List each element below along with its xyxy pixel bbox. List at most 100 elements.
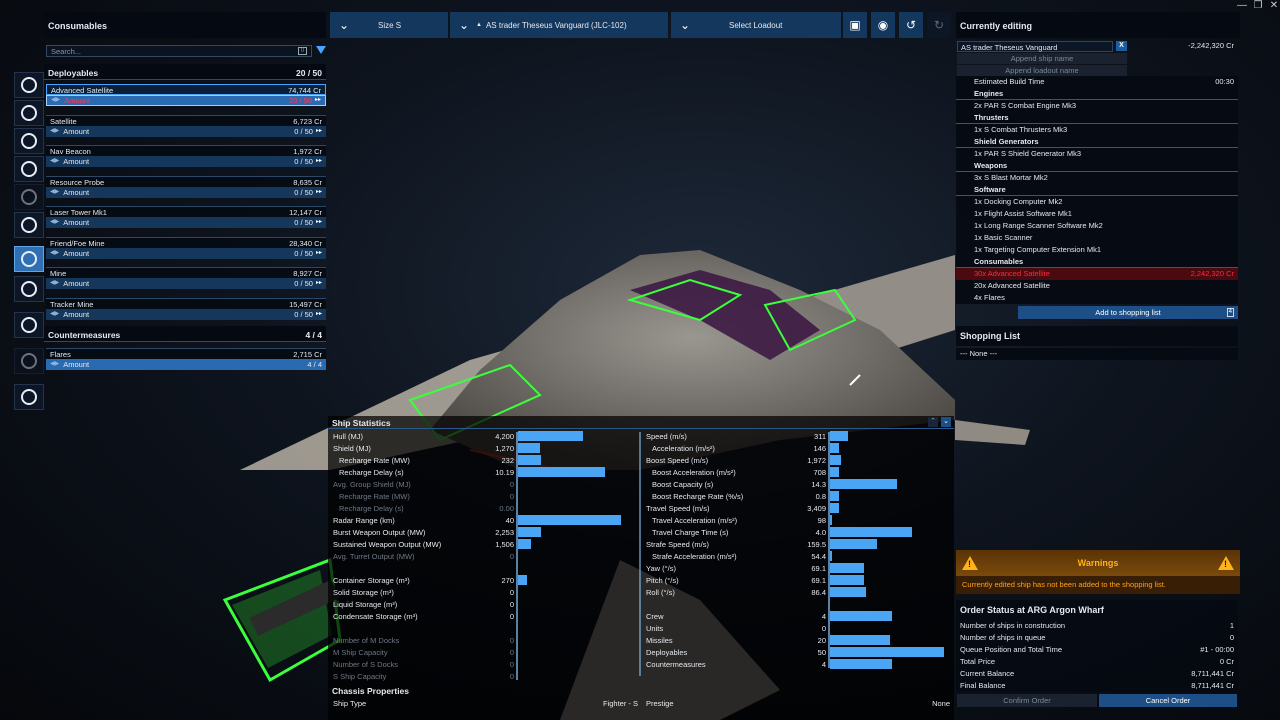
stepper-arrows-icon[interactable]: ▸▸ xyxy=(316,310,322,319)
list-item[interactable]: Resource Probe 8,635 Cr ◀▶ Amount 0 / 50 ▸▸ xyxy=(46,175,326,198)
close-icon[interactable]: ✕ xyxy=(1268,0,1280,12)
stepper-arrows-icon[interactable]: ▸▸ xyxy=(316,218,322,227)
search-input[interactable]: Search... 0 xyxy=(46,45,312,57)
stepper-icon[interactable]: ◀▶ xyxy=(50,360,59,369)
list-item[interactable]: Friend/Foe Mine 28,340 Cr ◀▶ Amount 0 / 50 ▸▸ xyxy=(46,236,326,259)
rail-disabled-button[interactable] xyxy=(14,348,44,374)
list-item[interactable]: Advanced Satellite 74,744 Cr ◀▶ Amount 20 / … xyxy=(46,84,326,106)
consumables-panel: Consumables Search... 0 Deployables 20 /… xyxy=(44,12,326,372)
rail-consumables-button[interactable] xyxy=(14,246,44,272)
item-name: Satellite xyxy=(50,116,77,126)
stat-bar xyxy=(830,431,848,441)
rail-shields-button[interactable] xyxy=(14,128,44,154)
stat-name: Number of M Docks xyxy=(333,635,400,645)
order-row: Number of ships in queue 0 xyxy=(956,632,1238,644)
countermeasures-header[interactable]: Countermeasures 4 / 4 xyxy=(44,326,326,342)
stat-name: Speed (m/s) xyxy=(646,431,687,441)
cons-item: 20x Advanced Satellite xyxy=(974,281,1050,290)
build-time-value: 00:30 xyxy=(1215,77,1234,86)
stat-name: Acceleration (m/s²) xyxy=(652,443,715,453)
loadout-dropdown[interactable]: ⌄ Select Loadout xyxy=(671,12,841,38)
size-dropdown[interactable]: ⌄ Size S xyxy=(330,12,448,38)
minimize-icon[interactable]: — xyxy=(1236,0,1248,12)
add-to-shopping-list-button[interactable]: Add to shopping list 4 xyxy=(1018,306,1238,319)
crosshair-icon xyxy=(21,105,37,121)
stepper-arrows-icon[interactable]: ▸▸ xyxy=(316,188,322,197)
stepper-arrows-icon[interactable]: ▸▸ xyxy=(316,157,322,166)
stepper-icon[interactable]: ◀▶ xyxy=(50,249,59,258)
rail-thrusters-button[interactable] xyxy=(14,184,44,210)
ship-name-input[interactable]: AS trader Theseus Vanguard xyxy=(957,41,1113,52)
stepper-icon[interactable]: ◀▶ xyxy=(50,157,59,166)
stepper-arrows-icon[interactable]: ▸▸ xyxy=(316,127,322,136)
stepper-icon[interactable]: ◀▶ xyxy=(51,96,60,105)
deployables-count: 20 / 50 xyxy=(296,68,322,78)
stat-name: Sustained Weapon Output (MW) xyxy=(333,539,442,549)
stat-value: 708 xyxy=(813,467,826,477)
list-item[interactable]: Satellite 6,723 Cr ◀▶ Amount 0 / 50 ▸▸ xyxy=(46,114,326,137)
stat-name: Boost Capacity (s) xyxy=(652,479,714,489)
stepper-icon[interactable]: ◀▶ xyxy=(50,218,59,227)
stepper-arrows-icon[interactable]: ▸▸ xyxy=(315,96,321,105)
equipment-name: 2x PAR S Combat Engine Mk3 xyxy=(974,101,1076,110)
list-item[interactable]: Tracker Mine 15,497 Cr ◀▶ Amount 0 / 50 ▸▸ xyxy=(46,297,326,320)
rail-paint-button[interactable] xyxy=(14,312,44,338)
undo-icon[interactable]: ↺ xyxy=(899,12,923,38)
list-item[interactable]: Laser Tower Mk1 12,147 Cr ◀▶ Amount 0 / 50 ▸▸ xyxy=(46,206,326,228)
stat-row: Travel Charge Time (s) 4.0 xyxy=(645,526,955,538)
cancel-order-button[interactable]: Cancel Order xyxy=(1099,694,1237,707)
rail-crew-button[interactable] xyxy=(14,276,44,302)
stepper-icon[interactable]: ◀▶ xyxy=(50,279,59,288)
amount-value: 0 / 50 xyxy=(294,157,313,166)
stepper-icon[interactable]: ◀▶ xyxy=(50,188,59,197)
list-item[interactable]: Nav Beacon 1,972 Cr ◀▶ Amount 0 / 50 ▸▸ xyxy=(46,145,326,167)
list-item-flares[interactable]: Flares 2,715 Cr ◀▶ Amount 4 / 4 xyxy=(46,348,326,370)
confirm-order-button[interactable]: Confirm Order xyxy=(957,694,1097,707)
rail-weapons-button[interactable] xyxy=(14,100,44,126)
search-clear-button[interactable]: 0 xyxy=(298,47,307,55)
deployable-icon xyxy=(21,251,37,267)
rail-engines-button[interactable] xyxy=(14,156,44,182)
chevron-down-icon[interactable]: ⌄ xyxy=(941,417,951,427)
collapse-icon[interactable]: ⌃ xyxy=(928,417,938,427)
clear-name-button[interactable]: X xyxy=(1116,41,1127,51)
rail-ship-button[interactable] xyxy=(14,72,44,98)
order-row: Number of ships in construction 1 xyxy=(956,620,1238,632)
amount-value: 0 / 50 xyxy=(294,309,313,319)
stat-row xyxy=(645,598,955,610)
save-icon[interactable]: ▣ xyxy=(843,12,867,38)
stat-name: Recharge Rate (MW) xyxy=(339,491,410,501)
order-value: #1 - 00:00 xyxy=(1200,645,1234,654)
stat-bar xyxy=(518,431,584,441)
deployables-header[interactable]: Deployables 20 / 50 xyxy=(44,64,326,80)
stat-value: 0 xyxy=(509,479,514,489)
stat-value: 0 xyxy=(509,599,514,609)
stat-value: 50 xyxy=(817,647,826,657)
filter-icon[interactable] xyxy=(316,46,326,54)
stat-value: 4 xyxy=(821,659,826,669)
stat-value: 4 xyxy=(821,611,826,621)
warnings-text: Currently edited ship has not been added… xyxy=(956,576,1240,594)
item-price: 28,340 Cr xyxy=(289,238,322,248)
stepper-arrows-icon[interactable]: ▸▸ xyxy=(316,279,322,288)
stat-row: Radar Range (km) 40 xyxy=(332,514,642,526)
rail-software-button[interactable] xyxy=(14,212,44,238)
rail-settings-button[interactable] xyxy=(14,384,44,410)
stat-value: 311 xyxy=(814,431,826,441)
append-loadout-name-input[interactable]: Append loadout name xyxy=(957,65,1127,76)
append-ship-name-input[interactable]: Append ship name xyxy=(957,53,1127,64)
ship-dropdown[interactable]: ⌄ ▲ AS trader Theseus Vanguard (JLC-102) xyxy=(450,12,668,38)
stat-bar xyxy=(830,659,892,669)
stat-name: Radar Range (km) xyxy=(333,515,395,525)
stat-bar xyxy=(830,575,864,585)
list-item[interactable]: Mine 8,927 Cr ◀▶ Amount 0 / 50 ▸▸ xyxy=(46,267,326,289)
stat-bar xyxy=(830,563,864,573)
stepper-icon[interactable]: ◀▶ xyxy=(50,127,59,136)
view-icon[interactable]: ◉ xyxy=(871,12,895,38)
maximize-icon[interactable]: ❐ xyxy=(1252,0,1264,12)
stepper-icon[interactable]: ◀▶ xyxy=(50,310,59,319)
stat-row: Number of M Docks 0 xyxy=(332,634,642,646)
stepper-arrows-icon[interactable]: ▸▸ xyxy=(316,249,322,258)
warn-item-price: 2,242,320 Cr xyxy=(1190,269,1234,278)
redo-icon[interactable]: ↻ xyxy=(927,12,951,38)
